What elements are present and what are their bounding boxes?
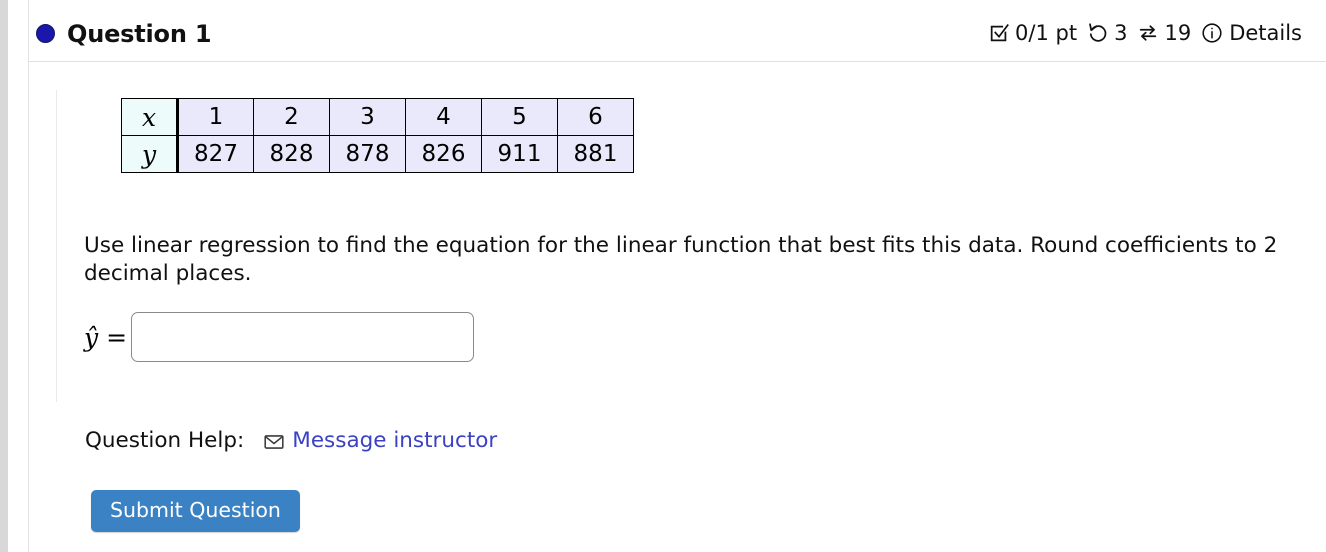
row-label-x: x (121, 98, 179, 136)
info-circle-icon[interactable] (1200, 21, 1223, 44)
cell-x-3: 3 (329, 98, 406, 136)
cell-x-6: 6 (557, 98, 634, 136)
swap-arrows-icon (1136, 21, 1159, 44)
question-body: x 1 2 3 4 5 6 y 827 828 878 826 911 881 … (56, 90, 1326, 402)
data-table: x 1 2 3 4 5 6 y 827 828 878 826 911 881 (121, 98, 634, 173)
score-group: 0/1 pt (987, 21, 1077, 44)
cell-y-4: 826 (405, 135, 482, 173)
question-meta-bar: 0/1 pt 3 19 Details (987, 21, 1302, 44)
cell-x-1: 1 (177, 98, 254, 136)
answer-row: ŷ = (84, 312, 475, 362)
page-gutter (8, 0, 28, 552)
row-label-y: y (121, 135, 179, 173)
question-help-label: Question Help: (85, 428, 245, 453)
data-table-wrap: x 1 2 3 4 5 6 y 827 828 878 826 911 881 (121, 98, 634, 173)
cell-x-2: 2 (253, 98, 330, 136)
details-label[interactable]: Details (1229, 23, 1302, 44)
versions-group: 19 (1136, 21, 1191, 44)
message-instructor-link[interactable]: Message instructor (292, 428, 497, 453)
question-help-row: Question Help: Message instructor (85, 428, 497, 453)
page-edge-strip (0, 0, 8, 552)
attempts-group: 3 (1086, 21, 1127, 44)
details-button[interactable]: Details (1200, 21, 1302, 44)
versions-value: 19 (1164, 21, 1192, 45)
question-prompt: Use linear regression to find the equati… (84, 233, 1278, 287)
header-separator (29, 61, 1326, 62)
attempts-value: 3 (1114, 21, 1128, 45)
cell-y-5: 911 (481, 135, 558, 173)
page-title: Question 1 (67, 20, 212, 48)
cell-x-4: 4 (405, 98, 482, 136)
question-panel: Question 1 0/1 pt 3 19 Details x 1 2 3 4… (29, 0, 1326, 552)
cell-y-6: 881 (557, 135, 634, 173)
cell-y-2: 828 (253, 135, 330, 173)
envelope-icon[interactable] (262, 430, 285, 453)
answer-input[interactable] (131, 312, 475, 362)
answer-label: ŷ = (84, 322, 128, 352)
question-status-dot (36, 24, 55, 43)
table-row-y: y 827 828 878 826 911 881 (121, 135, 634, 173)
question-header: Question 1 0/1 pt 3 19 Details (29, 0, 1326, 62)
submit-question-button[interactable]: Submit Question (91, 490, 300, 532)
checkbox-check-icon (987, 21, 1010, 44)
table-row-x: x 1 2 3 4 5 6 (121, 98, 634, 136)
cell-x-5: 5 (481, 98, 558, 136)
score-value: 0/1 pt (1015, 21, 1078, 45)
cell-y-3: 878 (329, 135, 406, 173)
undo-arrow-icon (1086, 21, 1109, 44)
cell-y-1: 827 (177, 135, 254, 173)
